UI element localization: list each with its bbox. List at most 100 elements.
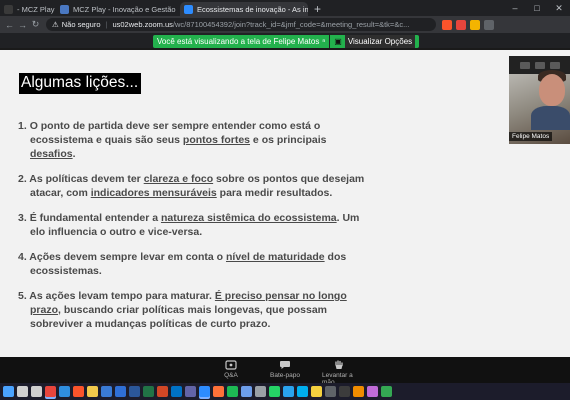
security-label: Não seguro xyxy=(61,20,101,29)
search-icon[interactable] xyxy=(17,386,28,397)
browser-tab-strip: - MCZ Play 20×MCZ Play - Inovação e Gest… xyxy=(0,0,570,16)
separator: | xyxy=(105,20,108,29)
new-tab-button[interactable]: + xyxy=(308,2,327,16)
warning-icon: ⚠ xyxy=(52,20,59,29)
tab-favicon-icon xyxy=(4,4,13,14)
back-icon[interactable]: ← xyxy=(3,20,16,30)
lesson-number: 4. xyxy=(18,251,27,263)
outlook-icon[interactable] xyxy=(171,386,182,397)
lesson-item: 3. É fundamental entender a natureza sis… xyxy=(18,211,370,239)
start-icon[interactable] xyxy=(3,386,14,397)
lesson-emphasis: desafios xyxy=(30,148,73,160)
meeting-toolbar: Q&A Bate-papo Levantar a mão xyxy=(0,357,570,386)
participant-video-tile[interactable]: Felipe Matos xyxy=(509,56,570,144)
url-host: us02web.zoom.us xyxy=(112,20,173,29)
qa-icon xyxy=(225,360,237,370)
lesson-text: É fundamental entender a xyxy=(29,212,161,224)
participant-face xyxy=(539,74,565,106)
task-view-icon[interactable] xyxy=(31,386,42,397)
gallery-view-icon[interactable] xyxy=(534,61,545,69)
vlc-icon[interactable] xyxy=(353,386,364,397)
lesson-text: , buscando criar políticas mais longevas… xyxy=(30,304,328,330)
settings-icon[interactable] xyxy=(255,386,266,397)
extension-icon[interactable] xyxy=(442,19,452,30)
extension-icon[interactable] xyxy=(470,19,480,30)
view-options-button[interactable]: ▣ Visualizar Opções xyxy=(330,35,420,48)
lesson-text: para medir resultados. xyxy=(216,187,333,199)
minimize-video-icon[interactable] xyxy=(519,61,530,69)
paint-icon[interactable] xyxy=(367,386,378,397)
teams-icon[interactable] xyxy=(185,386,196,397)
toolbar-chat-button[interactable]: Bate-papo xyxy=(268,357,302,383)
url-omnibox[interactable]: ⚠ Não seguro | us02web.zoom.us /wc/87100… xyxy=(46,18,436,31)
tab-title: - MCZ Play 20 xyxy=(17,4,56,14)
lesson-emphasis: nível de maturidade xyxy=(225,251,325,263)
firefox-icon[interactable] xyxy=(213,386,224,397)
calc-icon[interactable] xyxy=(325,386,336,397)
close-window-icon[interactable]: ✕ xyxy=(548,3,570,14)
lesson-text: As ações levam tempo para maturar. xyxy=(29,290,215,302)
lesson-text: Ações devem sempre levar em conta o xyxy=(29,251,226,263)
whatsapp-icon[interactable] xyxy=(269,386,280,397)
lesson-emphasis: indicadores mensuráveis xyxy=(90,187,217,199)
lesson-emphasis: natureza sistêmica do ecossistema xyxy=(160,212,337,224)
chrome-icon[interactable] xyxy=(45,386,56,397)
browser-tab[interactable]: - MCZ Play 20× xyxy=(0,2,56,16)
lesson-number: 5. xyxy=(18,290,27,302)
lesson-emphasis: clareza e foco xyxy=(143,173,214,185)
brave-icon[interactable] xyxy=(73,386,84,397)
lesson-text: e os principais xyxy=(250,134,327,146)
screen-share-banner: Você está visualizando a tela de Felipe … xyxy=(153,35,420,48)
word-icon[interactable] xyxy=(129,386,140,397)
toolbar-label: Q&A xyxy=(224,372,238,379)
skype-icon[interactable] xyxy=(297,386,308,397)
lesson-number: 3. xyxy=(18,212,27,224)
browser-tab[interactable]: MCZ Play - Inovação e Gestão× xyxy=(56,2,180,16)
lessons-list: 1. O ponto de partida deve ser sempre en… xyxy=(18,119,370,342)
tab-title: MCZ Play - Inovação e Gestão xyxy=(73,4,176,14)
window-controls: – □ ✕ xyxy=(504,0,570,16)
toolbar-qa-button[interactable]: Q&A xyxy=(214,357,248,383)
raise-hand-icon xyxy=(333,360,345,370)
share-banner-message: Você está visualizando a tela de Felipe … xyxy=(157,37,320,46)
lesson-item: 1. O ponto de partida deve ser sempre en… xyxy=(18,119,370,161)
lesson-item: 4. Ações devem sempre levar em conta o n… xyxy=(18,250,370,278)
reload-icon[interactable]: ↻ xyxy=(29,19,42,30)
notes-icon[interactable] xyxy=(311,386,322,397)
toolbar-raise-hand-button[interactable]: Levantar a mão xyxy=(322,357,356,386)
slide-title: Algumas lições... xyxy=(19,73,142,94)
minimize-icon[interactable]: – xyxy=(504,3,526,13)
mail-icon[interactable] xyxy=(115,386,126,397)
shared-slide: Algumas lições... 1. O ponto de partida … xyxy=(0,50,570,357)
extension-icons xyxy=(442,19,494,30)
view-options-label: Visualizar Opções xyxy=(344,35,416,48)
chat-icon xyxy=(279,360,291,370)
share-banner-message-box: Você está visualizando a tela de Felipe … xyxy=(153,35,330,48)
drive-icon[interactable] xyxy=(381,386,392,397)
lesson-number: 1. xyxy=(18,120,27,132)
forward-icon[interactable]: → xyxy=(16,20,29,30)
explorer-icon[interactable] xyxy=(87,386,98,397)
participant-shirt xyxy=(531,106,570,130)
terminal-icon[interactable] xyxy=(339,386,350,397)
tab-title: Ecossistemas de inovação - As inov xyxy=(197,4,308,14)
telegram-icon[interactable] xyxy=(283,386,294,397)
store-icon[interactable] xyxy=(101,386,112,397)
extension-icon[interactable] xyxy=(456,19,466,30)
lesson-text: As políticas devem ter xyxy=(29,173,144,185)
lesson-text: . xyxy=(72,148,76,160)
zoom-icon[interactable] xyxy=(199,386,210,397)
edge-icon[interactable] xyxy=(59,386,70,397)
browser-tab[interactable]: Ecossistemas de inovação - As inov× xyxy=(180,2,308,16)
lesson-item: 2. As políticas devem ter clareza e foco… xyxy=(18,172,370,200)
maximize-icon[interactable]: □ xyxy=(526,3,548,13)
spotify-icon[interactable] xyxy=(227,386,238,397)
speaker-view-icon[interactable] xyxy=(549,61,560,69)
photos-icon[interactable] xyxy=(241,386,252,397)
excel-icon[interactable] xyxy=(143,386,154,397)
os-taskbar xyxy=(0,383,570,400)
powerpoint-icon[interactable] xyxy=(157,386,168,397)
tab-favicon-icon xyxy=(184,4,193,14)
extension-icon[interactable] xyxy=(484,19,494,30)
participant-name: Felipe Matos xyxy=(509,132,553,141)
